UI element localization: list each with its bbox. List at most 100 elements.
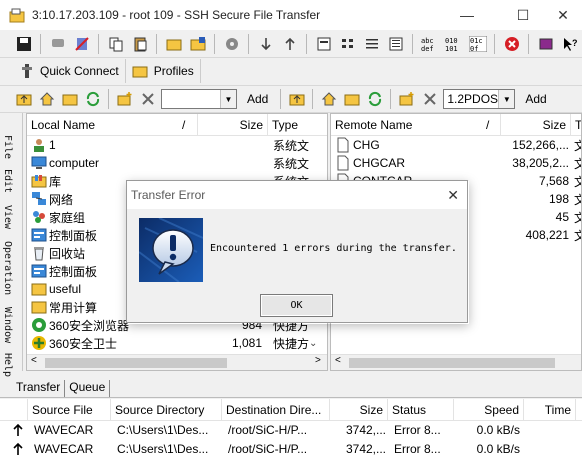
side-tab-strip: File Edit View Operation Window Help (0, 113, 23, 377)
remote-add-button[interactable]: Add (519, 89, 552, 109)
chevron-down-icon[interactable]: ▼ (220, 90, 236, 108)
ok-button[interactable]: OK (260, 294, 333, 317)
scroll-left-icon[interactable]: < (335, 355, 341, 366)
local-name-column[interactable]: Local Name (27, 114, 198, 136)
list-item[interactable]: CHG 152,266,... 文 (331, 136, 581, 154)
local-folder-button[interactable] (164, 34, 183, 53)
remote-home-button[interactable] (319, 90, 338, 109)
local-size-column[interactable]: Size (198, 114, 268, 136)
time-column[interactable]: Time (524, 399, 576, 421)
side-tab-window[interactable]: Window (2, 307, 13, 343)
remote-up-button[interactable] (287, 90, 306, 109)
remote-folder-button[interactable] (188, 34, 207, 53)
book-icon (539, 38, 552, 49)
side-tab-operation[interactable]: Operation (2, 241, 13, 295)
home-icon (39, 92, 54, 106)
disconnect-icon (74, 36, 89, 51)
copy-button[interactable] (106, 34, 125, 53)
scroll-left-icon[interactable]: < (31, 355, 37, 366)
speed-column[interactable]: Speed (454, 399, 524, 421)
scroll-right-icon[interactable]: > (315, 355, 321, 366)
remote-name-column[interactable]: Remote Name (331, 114, 501, 136)
list-item[interactable]: computer 系统文 (27, 154, 311, 172)
side-tab-edit[interactable]: Edit (2, 169, 13, 193)
dialog-title: Transfer Error (131, 188, 206, 202)
local-type-column[interactable]: Type (268, 114, 327, 136)
remote-new-folder-button[interactable] (397, 90, 416, 109)
toolbar-separator (40, 33, 41, 54)
help-topics-button[interactable] (536, 34, 555, 53)
status-column[interactable]: Status (388, 399, 454, 421)
download-button[interactable] (256, 34, 275, 53)
details-view-button[interactable] (386, 34, 405, 53)
local-horizontal-scrollbar[interactable]: < > (27, 354, 327, 370)
source-file-column[interactable]: Source File (28, 399, 111, 421)
transfer-dest-dir: /root/SiC-H/P... (228, 442, 308, 456)
remote-horizontal-scrollbar[interactable]: < (331, 354, 581, 370)
table-row[interactable]: WAVECAR C:\Users\1\Des... /root/SiC-H/P.… (0, 421, 582, 439)
large-icons-button[interactable] (314, 34, 333, 53)
binary-mode-button[interactable]: 010 101 (444, 34, 463, 53)
size-column[interactable]: Size (330, 399, 388, 421)
paste-icon (134, 37, 146, 51)
list-item[interactable]: 360安全卫士 1,081 快捷方 (27, 334, 311, 352)
profiles-button[interactable]: Profiles (126, 59, 201, 83)
svg-text:?: ? (572, 38, 578, 48)
remote-type-column[interactable]: T (571, 114, 581, 136)
transfer-source-dir: C:\Users\1\Des... (117, 423, 209, 437)
table-row[interactable]: WAVECAR C:\Users\1\Des... /root/SiC-H/P.… (0, 440, 582, 458)
stop-button[interactable] (502, 34, 521, 53)
remote-type: 文 (574, 137, 581, 154)
local-refresh-button[interactable] (83, 90, 102, 109)
minimize-button[interactable]: — (444, 0, 490, 30)
svg-text:101: 101 (445, 45, 458, 52)
list-item[interactable]: 1 系统文 (27, 136, 311, 154)
local-new-folder-button[interactable] (115, 90, 134, 109)
small-icons-button[interactable] (338, 34, 357, 53)
local-delete-button[interactable] (138, 90, 157, 109)
side-tab-view[interactable]: View (2, 205, 13, 229)
destination-directory-column[interactable]: Destination Dire... (222, 399, 330, 421)
dialog-close-button[interactable]: ✕ (447, 187, 459, 204)
homegroup-icon (33, 211, 45, 223)
local-add-button[interactable]: Add (241, 89, 274, 109)
ascii-mode-icon: abcdef (421, 37, 434, 52)
local-path-combo[interactable]: ▼ (161, 89, 237, 109)
chat-button[interactable] (48, 34, 67, 53)
source-directory-column[interactable]: Source Directory (111, 399, 222, 421)
local-up-button[interactable] (14, 90, 33, 109)
scroll-thumb[interactable] (349, 358, 555, 368)
list-icon (365, 38, 378, 48)
ascii-mode-button[interactable]: abc def (420, 34, 439, 53)
remote-refresh-button[interactable] (365, 90, 384, 109)
upload-button[interactable] (280, 34, 299, 53)
tab-queue[interactable]: Queue (65, 380, 111, 397)
remote-delete-button[interactable] (420, 90, 439, 109)
details-icon (389, 37, 402, 50)
local-folder-open-button[interactable] (60, 90, 79, 109)
side-tab-help[interactable]: Help (2, 353, 13, 377)
disconnect-button[interactable] (72, 34, 91, 53)
side-tab-file[interactable]: File (2, 135, 13, 159)
status-icon-column[interactable] (0, 399, 28, 421)
save-button[interactable] (14, 34, 33, 53)
tab-transfer[interactable]: Transfer (12, 380, 66, 397)
remote-folder-open-button[interactable] (342, 90, 361, 109)
list-view-button[interactable] (362, 34, 381, 53)
context-help-button[interactable]: ? (560, 34, 579, 53)
arrow-up-icon (284, 37, 295, 50)
toolbar-separator (214, 33, 215, 54)
close-window-button[interactable]: ✕ (540, 0, 582, 30)
chevron-down-icon[interactable]: ⌄ (309, 338, 317, 349)
remote-path-combo[interactable]: 1.2PDOS ▼ (443, 89, 516, 109)
quick-connect-button[interactable]: Quick Connect (14, 59, 126, 83)
local-home-button[interactable] (37, 90, 56, 109)
list-item[interactable]: CHGCAR 38,205,2... 文 (331, 154, 581, 172)
auto-mode-button[interactable]: 01c 0f (468, 34, 487, 53)
settings-button[interactable] (222, 34, 241, 53)
chevron-down-icon[interactable]: ▼ (498, 90, 515, 108)
local-size: 1,081 (231, 336, 262, 350)
scroll-thumb[interactable] (45, 358, 227, 368)
remote-size-column[interactable]: Size (501, 114, 571, 136)
paste-button[interactable] (130, 34, 149, 53)
